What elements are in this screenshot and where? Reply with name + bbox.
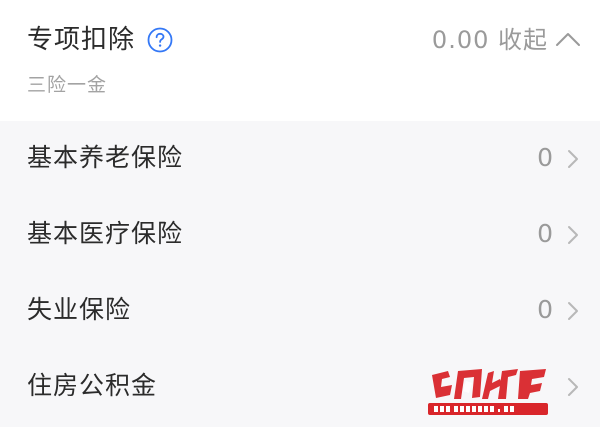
item-value: 0 (537, 143, 553, 172)
list-item-medical-insurance[interactable]: 基本医疗保险 0 (0, 197, 600, 273)
item-label: 失业保险 (27, 295, 132, 324)
question-circle-icon[interactable] (147, 27, 173, 53)
item-value: 0 (537, 295, 553, 324)
chevron-right-icon (566, 224, 580, 246)
list-item-unemployment-insurance[interactable]: 失业保险 0 (0, 273, 600, 349)
rednet-forum-watermark-logo (428, 365, 553, 420)
section-title: 专项扣除 (27, 25, 136, 55)
item-label: 基本医疗保险 (27, 219, 184, 248)
special-deduction-header[interactable]: 专项扣除 0.00 收起 三险一金 (0, 0, 600, 121)
list-item-pension-insurance[interactable]: 基本养老保险 0 (0, 121, 600, 197)
chevron-right-icon (566, 376, 580, 398)
chevron-up-icon[interactable] (553, 28, 583, 50)
chevron-right-icon (566, 148, 580, 170)
chevron-right-icon (566, 300, 580, 322)
item-label: 住房公积金 (27, 371, 158, 400)
section-subtitle: 三险一金 (27, 74, 108, 96)
item-label: 基本养老保险 (27, 143, 184, 172)
item-value: 0 (537, 219, 553, 248)
section-amount-collapse[interactable]: 0.00 收起 (432, 22, 548, 58)
